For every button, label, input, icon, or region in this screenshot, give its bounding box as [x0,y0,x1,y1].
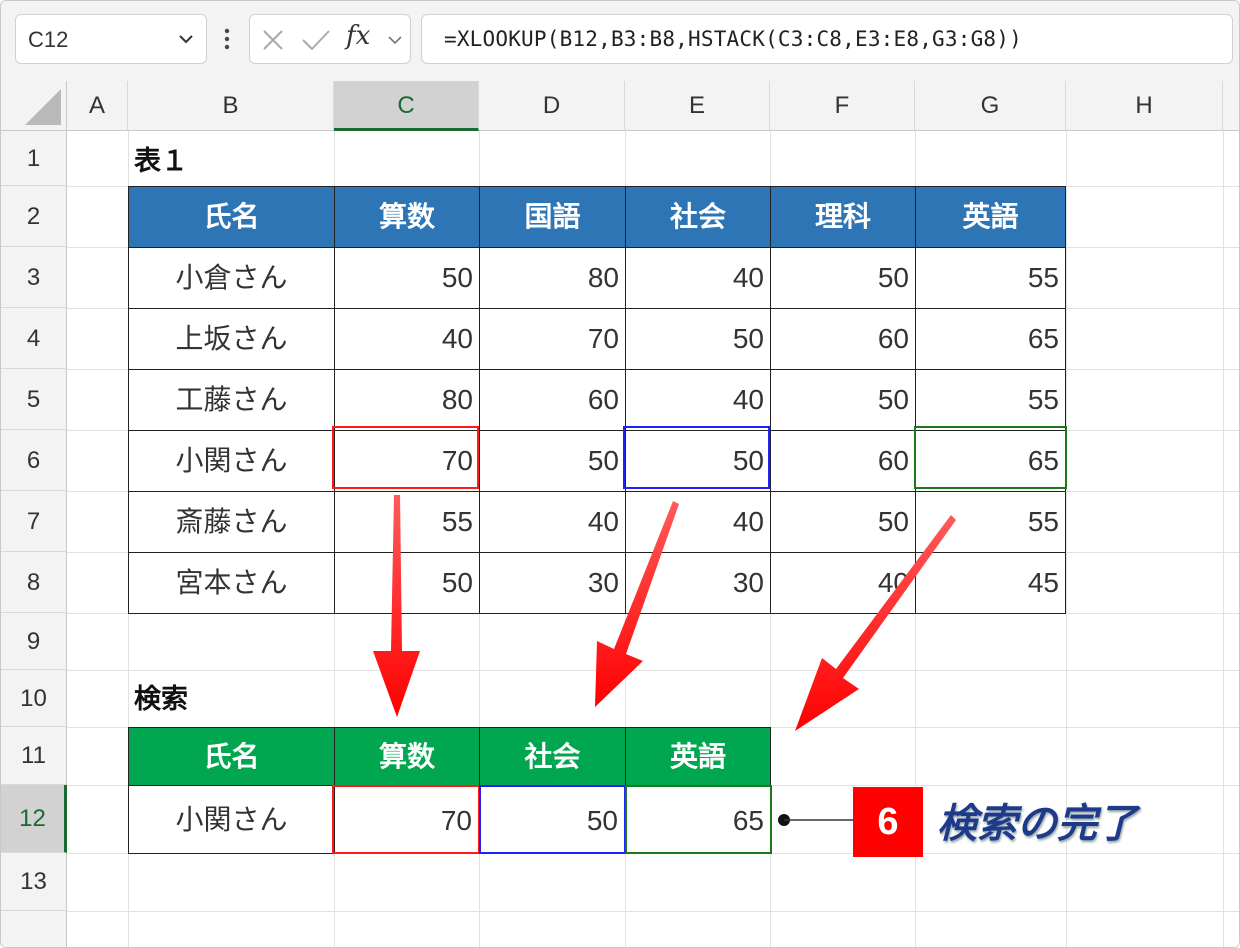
cancel-icon[interactable] [260,27,286,53]
chevron-down-icon[interactable] [386,31,404,49]
table1-header-japanese[interactable]: 国語 [479,186,626,248]
table1-cell[interactable]: 70 [479,308,626,370]
table1-cell[interactable]: 宮本さん [128,552,335,614]
table1-cell[interactable]: 40 [770,552,916,614]
insert-function-button[interactable]: fx [346,21,370,51]
row-header-3[interactable]: 3 [1,247,67,308]
column-header-a[interactable]: A [67,81,128,131]
formula-text: =XLOOKUP(B12,B3:B8,HSTACK(C3:C8,E3:E8,G3… [444,27,1022,51]
search-header-english[interactable]: 英語 [625,727,771,786]
table1-header-name[interactable]: 氏名 [128,186,335,248]
search-header-name[interactable]: 氏名 [128,727,335,786]
table1-cell[interactable]: 55 [915,491,1066,553]
enter-check-icon[interactable] [300,27,332,53]
table1-cell[interactable]: 40 [625,247,771,309]
search-result-english[interactable]: 65 [625,785,772,854]
select-all-button[interactable] [1,81,67,131]
column-header-e[interactable]: E [625,81,770,131]
row-header-12[interactable]: 12 [1,785,67,853]
name-box-value: C12 [28,27,69,52]
search-header-math[interactable]: 算数 [334,727,480,786]
table1-cell[interactable]: 工藤さん [128,369,335,431]
table1-cell[interactable]: 50 [625,308,771,370]
table1-cell[interactable]: 40 [625,491,771,553]
search-name-cell[interactable]: 小関さん [128,785,335,854]
table1-cell[interactable]: 30 [479,552,626,614]
highlight-math-source [332,426,479,489]
gridline [67,911,1239,912]
table1-cell[interactable]: 80 [479,247,626,309]
search-header-social[interactable]: 社会 [479,727,626,786]
table1-cell[interactable]: 50 [770,369,916,431]
table1-cell[interactable]: 60 [770,430,916,492]
chevron-down-icon[interactable] [176,29,196,49]
table1-cell[interactable]: 55 [915,369,1066,431]
table1-cell[interactable]: 30 [625,552,771,614]
column-header-d[interactable]: D [479,81,625,131]
row-header-4[interactable]: 4 [1,308,67,369]
column-header-f[interactable]: F [770,81,915,131]
row-header-9[interactable]: 9 [1,613,67,670]
table1-cell[interactable]: 80 [334,369,480,431]
row-header-6[interactable]: 6 [1,430,67,491]
table1-cell[interactable]: 50 [334,552,480,614]
gridline [67,670,1239,671]
row-header-10[interactable]: 10 [1,670,67,727]
table1-cell[interactable]: 50 [479,430,626,492]
table1-cell[interactable]: 40 [625,369,771,431]
table1-cell[interactable]: 60 [770,308,916,370]
row-header-7[interactable]: 7 [1,491,67,552]
table1-header-math[interactable]: 算数 [334,186,480,248]
formula-commands: fx [249,14,411,64]
highlight-english-source [914,426,1067,489]
formula-input[interactable]: =XLOOKUP(B12,B3:B8,HSTACK(C3:C8,E3:E8,G3… [421,14,1233,64]
table1-cell[interactable]: 50 [770,247,916,309]
callout-text: 検索の完了 [937,801,1137,847]
table1-cell[interactable]: 55 [334,491,480,553]
table1-header-english[interactable]: 英語 [915,186,1066,248]
row-header-5[interactable]: 5 [1,369,67,430]
table1-cell[interactable]: 小関さん [128,430,335,492]
column-header-b[interactable]: B [128,81,334,131]
table1-cell[interactable]: 斎藤さん [128,491,335,553]
table1-cell[interactable]: 40 [334,308,480,370]
search-result-social[interactable]: 50 [479,785,626,854]
table1-cell[interactable]: 55 [915,247,1066,309]
table1-cell[interactable]: 60 [479,369,626,431]
row-header-2[interactable]: 2 [1,186,67,247]
table1-cell[interactable]: 上坂さん [128,308,335,370]
formula-bar-area: C12 fx =XLOOKUP(B12,B3:B8,HSTACK(C3:C8,E… [1,1,1239,81]
row-header-1[interactable]: 1 [1,131,67,186]
row-header-14[interactable] [1,911,67,947]
column-header-c[interactable]: C [334,81,479,131]
table1-cell[interactable]: 小倉さん [128,247,335,309]
excel-window: C12 fx =XLOOKUP(B12,B3:B8,HSTACK(C3:C8,E… [0,0,1240,948]
name-box[interactable]: C12 [15,14,207,64]
gridline [1223,131,1224,947]
table1-cell[interactable]: 65 [915,308,1066,370]
search-result-math[interactable]: 70 [332,785,480,854]
column-header-h[interactable]: H [1066,81,1223,131]
row-header-8[interactable]: 8 [1,552,67,613]
highlight-social-source [623,426,770,489]
row-header-13[interactable]: 13 [1,853,67,911]
row-header-11[interactable]: 11 [1,727,67,785]
table1-cell[interactable]: 40 [479,491,626,553]
select-all-triangle-icon [25,89,61,125]
column-header-next[interactable] [1223,81,1239,131]
more-options-icon[interactable] [223,27,231,51]
table1-header-science[interactable]: 理科 [770,186,916,248]
step-number-badge: 6 [853,787,923,857]
table1-cell[interactable]: 50 [770,491,916,553]
search-title[interactable]: 検索 [134,679,188,719]
table1-title[interactable]: 表１ [134,141,188,181]
column-header-g[interactable]: G [915,81,1066,131]
table1-cell[interactable]: 45 [915,552,1066,614]
table1-header-social[interactable]: 社会 [625,186,771,248]
table1-cell[interactable]: 50 [334,247,480,309]
